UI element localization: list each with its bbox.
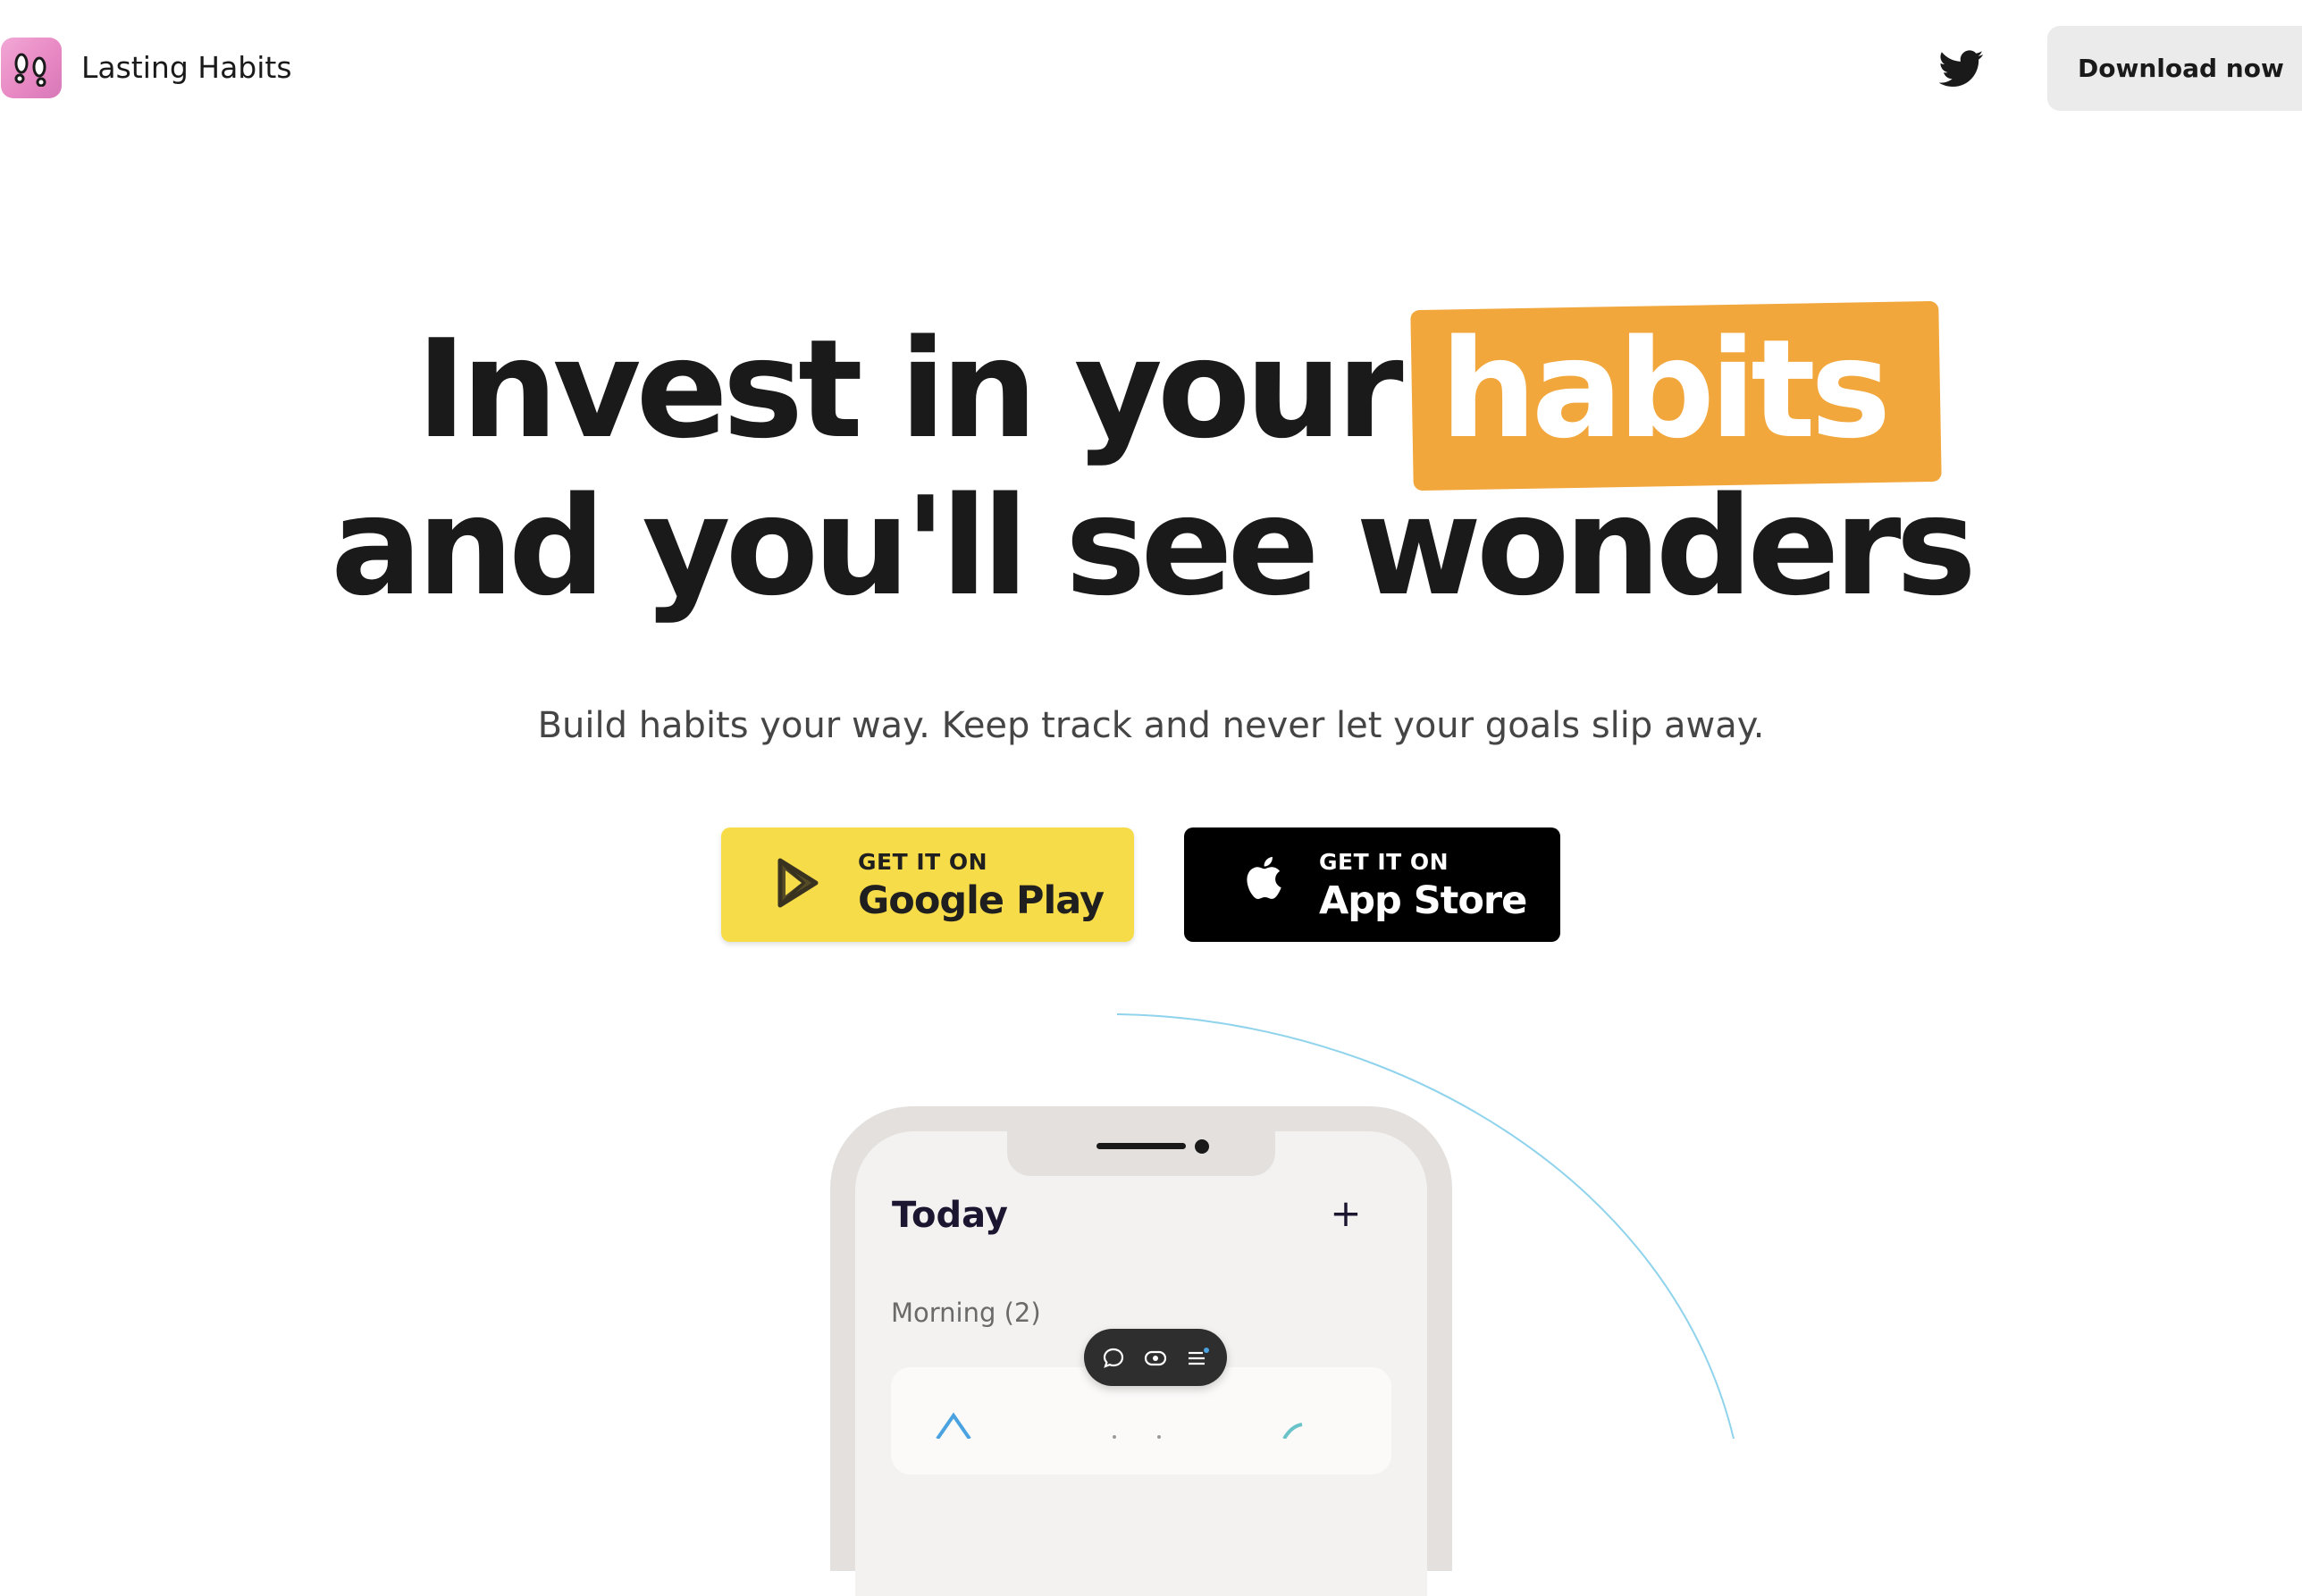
twitter-link[interactable] [1938, 50, 1984, 88]
eye-icon[interactable] [1144, 1347, 1167, 1370]
phone-camera [1195, 1139, 1209, 1154]
hero-headline-line-1: Invest in your habits [0, 300, 2302, 491]
floating-toolbar [1084, 1329, 1227, 1386]
brand-name[interactable]: Lasting Habits [81, 50, 292, 86]
app-logo[interactable] [1, 38, 62, 98]
apple-icon [1247, 856, 1281, 900]
google-play-small-label: GET IT ON [858, 849, 988, 875]
highlighted-word-text: habits [1440, 310, 1892, 468]
google-play-button[interactable]: GET IT ON Google Play [721, 827, 1134, 942]
twitter-bird-icon [1938, 50, 1984, 87]
today-title: Today [892, 1195, 1008, 1236]
add-habit-button[interactable]: + [1330, 1195, 1362, 1232]
highlighted-word: habits [1409, 300, 1942, 491]
morning-section-label: Morning (2) [891, 1298, 1041, 1328]
app-store-label: App Store [1319, 878, 1527, 923]
hero-headline-prefix: Invest in your [416, 310, 1404, 468]
hero-headline-line-2: and you'll see wonders [331, 467, 1977, 626]
chat-bubble-icon[interactable] [1102, 1347, 1125, 1370]
phone-speaker [1096, 1143, 1186, 1149]
app-store-small-label: GET IT ON [1319, 849, 1449, 875]
list-icon[interactable] [1186, 1347, 1209, 1370]
footprints-icon [14, 53, 46, 87]
play-store-icon [777, 858, 819, 908]
google-play-label: Google Play [858, 878, 1105, 923]
phone-notch [1007, 1106, 1275, 1176]
app-store-button[interactable]: GET IT ON App Store [1184, 827, 1560, 942]
hero-subtitle: Build habits your way. Keep track and ne… [537, 705, 1765, 746]
download-now-button[interactable]: Download now [2047, 26, 2302, 111]
